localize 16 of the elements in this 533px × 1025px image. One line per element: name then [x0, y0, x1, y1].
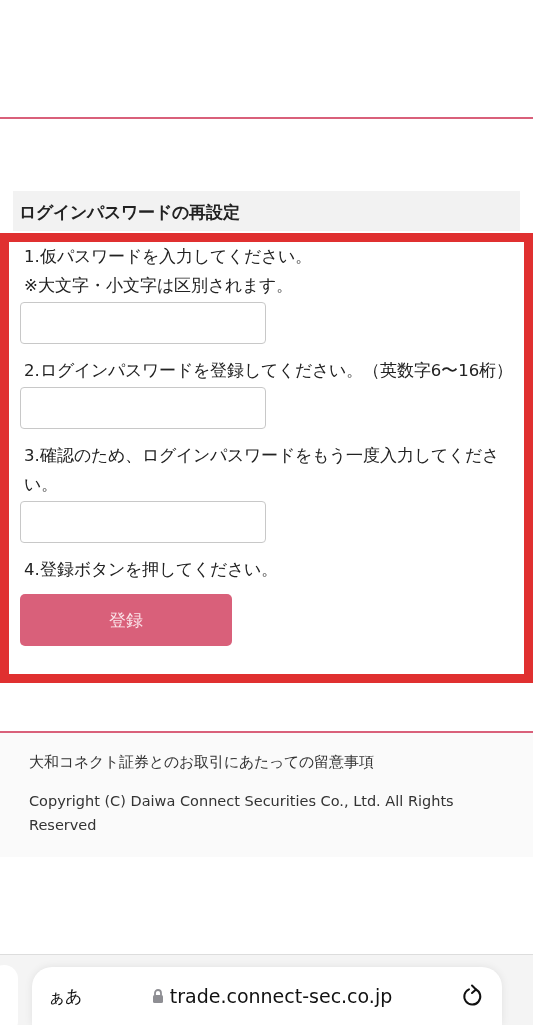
password-field[interactable] — [20, 387, 266, 429]
lock-icon — [151, 988, 164, 1004]
instruction-text: 4.登録ボタンを押してください。 — [23, 559, 279, 581]
instruction-text: 2.ログインパスワードを登録してください。（英数字6〜16桁） — [23, 360, 514, 382]
notice-link[interactable]: 大和コネクト証券とのお取引にあたっての留意事項 — [29, 751, 505, 773]
reload-icon[interactable] — [462, 984, 484, 1008]
section-title: ログインパスワードの再設定 — [13, 191, 520, 231]
text-size-button[interactable]: ぁあ — [48, 984, 82, 1008]
password-field[interactable] — [20, 302, 266, 344]
url-text: trade.connect-sec.co.jp — [169, 985, 393, 1007]
instruction-text: 1.仮パスワードを入力してください。 — [23, 246, 313, 268]
password-field[interactable] — [20, 501, 266, 543]
instruction-text: ※大文字・小文字は区別されます。 — [23, 275, 294, 297]
instruction-text: 3.確認のため、ログインパスワードをもう一度入力してください。 — [23, 445, 500, 496]
copyright-text: Copyright (C) Daiwa Connect Securities Co., Ltd. All Rights Reserved — [29, 792, 455, 835]
address-bar[interactable]: ぁあ trade.connect-sec.co.jp — [32, 967, 502, 1025]
